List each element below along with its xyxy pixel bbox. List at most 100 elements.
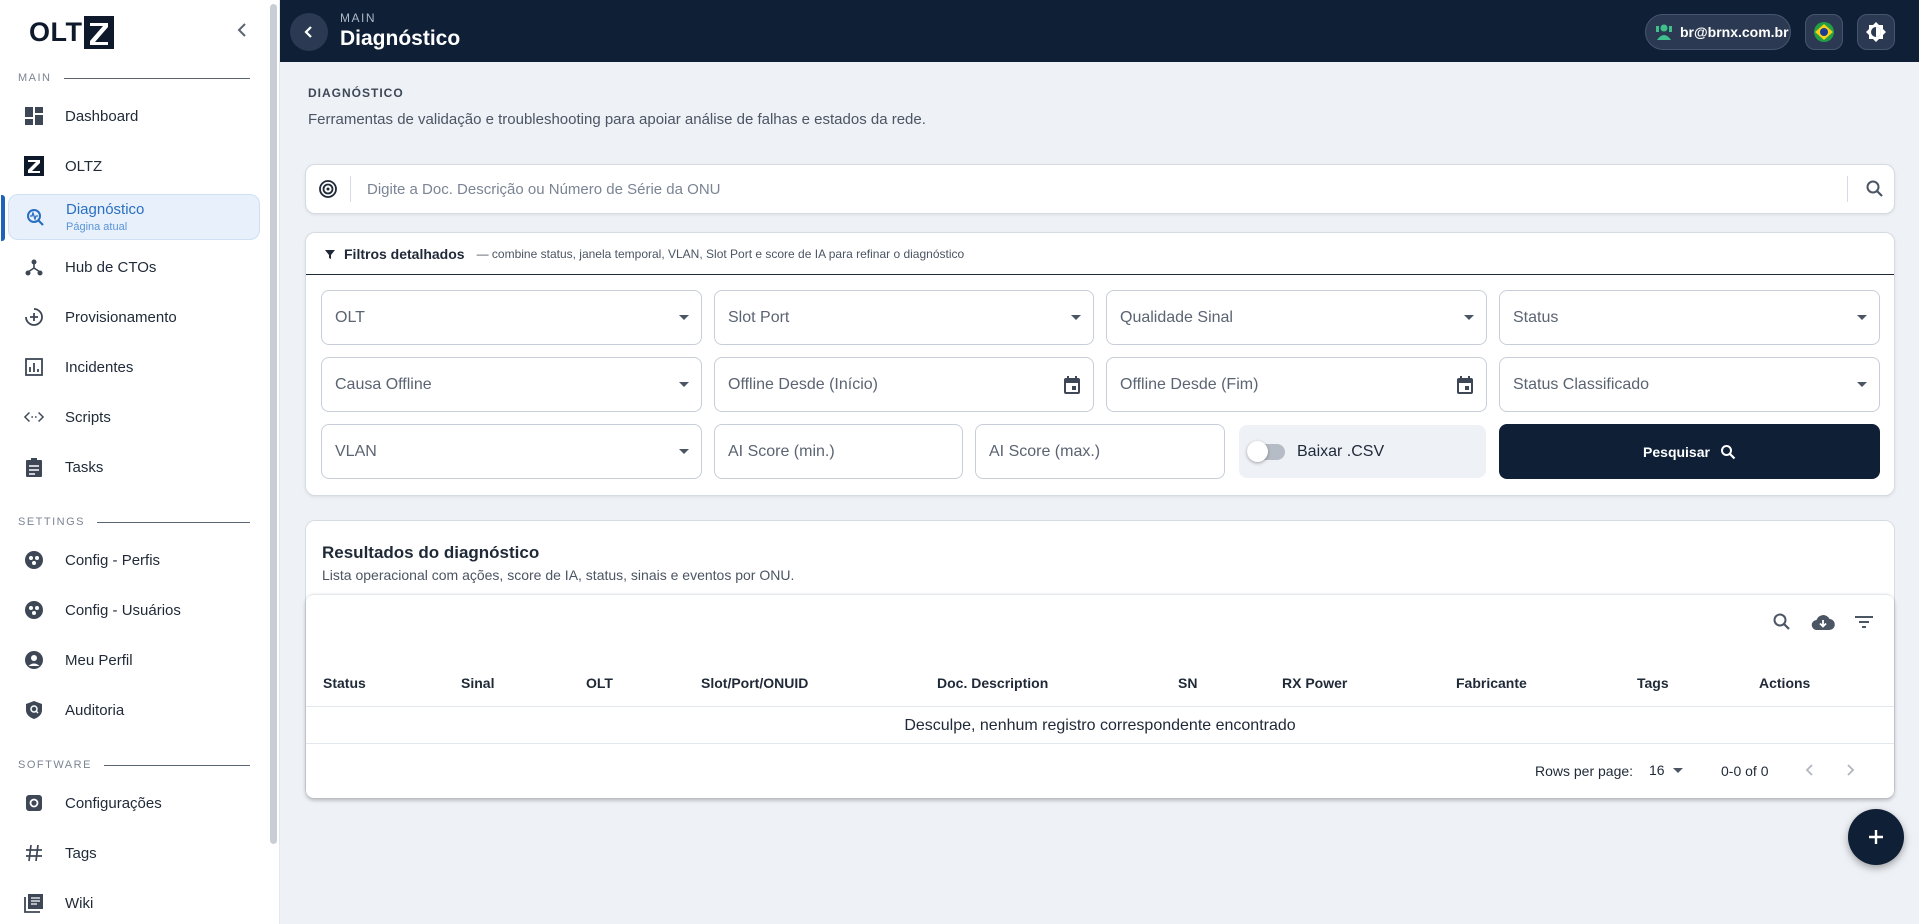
filters-title: Filtros detalhados [344,245,465,262]
theme-toggle-button[interactable] [1857,14,1895,50]
sidebar-item-config-perfis[interactable]: Config - Perfis [8,537,260,583]
sidebar-item-dashboard[interactable]: Dashboard [8,93,260,139]
user-menu[interactable]: br@brnx.com.br [1645,14,1791,50]
offline-since-start-field[interactable]: Offline Desde (Início) [714,357,1094,412]
olt-select[interactable]: OLT [321,290,702,345]
sidebar-item-incidentes[interactable]: Incidentes [8,344,260,390]
column-header[interactable]: RX Power [1282,675,1347,691]
active-indicator [1,195,5,241]
offline-since-end-field[interactable]: Offline Desde (Fim) [1106,357,1487,412]
chevron-left-icon [304,26,312,38]
sidebar-item-provisionamento[interactable]: Provisionamento [8,294,260,340]
sidebar-item-oltz[interactable]: OLTZ [8,143,260,189]
ai-score-min-field[interactable]: AI Score (min.) [714,424,963,479]
cloud-download-icon[interactable] [1810,609,1835,634]
field-label: AI Score (min.) [728,442,835,460]
account-icon [24,650,44,670]
sidebar-item-wiki[interactable]: Wiki [8,880,260,924]
previous-page-button[interactable] [1795,755,1825,785]
back-button[interactable] [290,13,328,51]
sidebar-item-label: OLTZ [65,157,103,175]
chevron-left-icon [1805,764,1813,776]
csv-download-toggle[interactable]: Baixar .CSV [1239,425,1486,478]
users-icon [24,600,44,620]
vlan-select[interactable]: VLAN [321,424,702,479]
search-icon[interactable] [1865,179,1885,199]
table-search-icon[interactable] [1769,609,1794,634]
current-page-hint: Página atual [66,221,128,233]
sidebar-item-label: Incidentes [65,358,134,376]
column-header[interactable]: SN [1178,675,1197,691]
column-header[interactable]: Doc. Description [937,675,1048,691]
column-header[interactable]: Sinal [461,675,494,691]
chevron-right-icon [1847,764,1855,776]
sidebar-item-label: Config - Perfis [65,551,161,569]
classified-status-select[interactable]: Status Classificado [1499,357,1880,412]
collapse-sidebar-icon[interactable] [232,20,252,44]
divider [1847,176,1848,202]
column-header[interactable]: OLT [586,675,613,691]
rows-per-page-select[interactable]: 16 [1649,762,1683,778]
column-header[interactable]: Fabricante [1456,675,1527,691]
field-label: Qualidade Sinal [1120,308,1233,326]
code-icon [24,407,44,427]
clipboard-icon [24,457,44,477]
slot-port-select[interactable]: Slot Port [714,290,1094,345]
add-fab-button[interactable] [1848,809,1904,865]
sidebar-item-config-usuarios[interactable]: Config - Usuários [8,587,260,633]
sidebar-item-label: Config - Usuários [65,601,181,619]
sidebar-item-label: Hub de CTOs [65,258,157,276]
sidebar-item-tasks[interactable]: Tasks [8,444,260,490]
table-toolbar [1769,609,1876,634]
plus-icon [1869,830,1883,844]
column-header[interactable]: Status [323,675,366,691]
empty-state-message: Desculpe, nenhum registro correspondente… [904,717,1296,734]
sidebar-item-diagnostico[interactable]: Diagnóstico Página atual [1,194,260,241]
sidebar-item-label: Wiki [65,894,94,912]
results-title: Resultados do diagnóstico [322,543,540,562]
search-button[interactable]: Pesquisar [1499,424,1880,479]
search-input[interactable] [367,180,1847,198]
filters-header[interactable]: Filtros detalhados — combine status, jan… [306,233,1894,275]
top-bar: MAIN Diagnóstico br@brnx.com.br [280,0,1919,62]
provision-icon [24,307,44,327]
csv-label: Baixar .CSV [1297,442,1385,460]
column-header[interactable]: Slot/Port/ONUID [701,675,808,691]
sidebar-item-auditoria[interactable]: Auditoria [8,687,260,733]
theme-brightness-icon [1866,22,1886,42]
divider [306,706,1894,707]
app-logo[interactable]: OLT [29,14,115,50]
calendar-icon[interactable] [1456,375,1474,395]
column-header[interactable]: Tags [1637,675,1669,691]
column-header[interactable]: Actions [1759,675,1810,691]
field-label: Offline Desde (Fim) [1120,375,1259,393]
filter-list-icon[interactable] [1851,609,1876,634]
dashboard-icon [24,106,44,126]
ai-score-max-field[interactable]: AI Score (max.) [975,424,1225,479]
sidebar-item-label: Meu Perfil [65,651,133,669]
divider [350,176,351,202]
results-panel: Resultados do diagnóstico Lista operacio… [305,520,1895,798]
dropdown-arrow-icon [679,315,689,320]
calendar-icon[interactable] [1063,375,1081,395]
toggle-switch[interactable] [1247,440,1285,462]
filters-hint: — combine status, janela temporal, VLAN,… [476,246,965,261]
field-label: Offline Desde (Início) [728,375,878,393]
sidebar-item-tags[interactable]: Tags [8,830,260,876]
next-page-button[interactable] [1835,755,1865,785]
sidebar-item-label: Provisionamento [65,308,177,326]
sidebar-item-meu-perfil[interactable]: Meu Perfil [8,637,260,683]
sidebar-scrollbar[interactable] [270,4,277,844]
diagnostic-search-icon [25,207,45,227]
sidebar-item-configuracoes[interactable]: Configurações [8,780,260,826]
offline-cause-select[interactable]: Causa Offline [321,357,702,412]
oltz-logo-icon [24,156,44,176]
user-email: br@brnx.com.br [1680,24,1789,40]
language-button[interactable] [1805,14,1843,50]
dropdown-arrow-icon [679,382,689,387]
field-label: VLAN [335,442,377,460]
signal-quality-select[interactable]: Qualidade Sinal [1106,290,1487,345]
sidebar-item-scripts[interactable]: Scripts [8,394,260,440]
status-select[interactable]: Status [1499,290,1880,345]
sidebar-item-hub-ctos[interactable]: Hub de CTOs [8,244,260,290]
